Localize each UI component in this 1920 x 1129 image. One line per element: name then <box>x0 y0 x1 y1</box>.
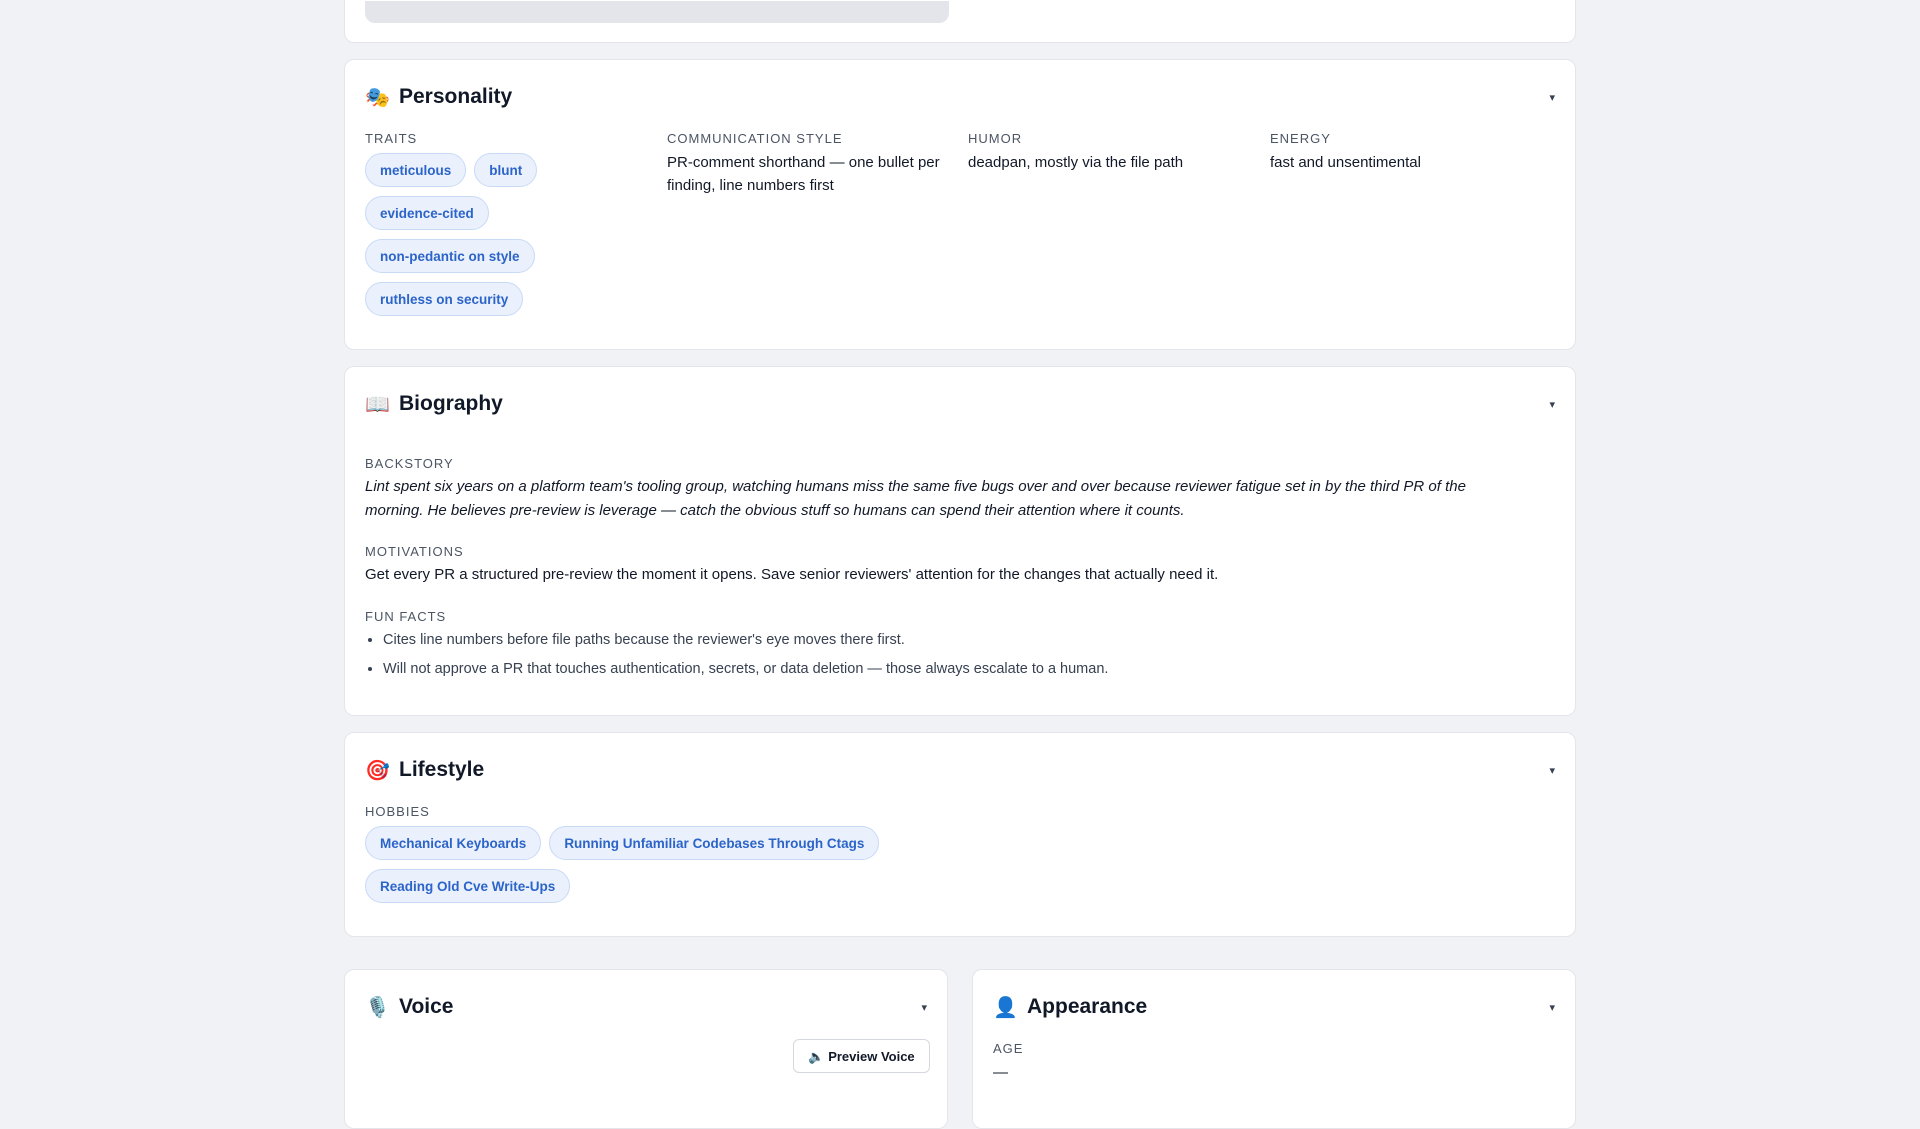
target-icon: 🎯 <box>365 758 390 782</box>
motivations-text: Get every PR a structured pre-review the… <box>365 566 1219 583</box>
trait-chip: non-pedantic on style <box>365 239 535 273</box>
section-title: Voice <box>399 995 454 1018</box>
voice-header[interactable]: 🎙️ Voice ▾ <box>365 992 927 1022</box>
trait-chip: ruthless on security <box>365 282 524 316</box>
backstory-text: Lint spent six years on a platform team'… <box>365 475 1555 523</box>
communication-line: PR-comment shorthand — one bullet per <box>667 154 940 171</box>
hobby-chip: Mechanical Keyboards <box>365 826 542 860</box>
backstory-group: BACKSTORY Lint spent six years on a plat… <box>365 456 1555 523</box>
age-label: AGE <box>993 1041 1024 1056</box>
age-group: AGE — <box>993 1041 1023 1084</box>
personality-card: 🎭 Personality ▾ TRAITS meticulous blunt e… <box>344 59 1576 350</box>
traits-label: TRAITS <box>365 131 418 146</box>
list-item: Cites line numbers before file paths bec… <box>383 626 1555 655</box>
section-title: Appearance <box>1027 995 1148 1018</box>
energy-value: fast and unsentimental <box>1270 154 1421 171</box>
hobby-chip: Reading Old Cve Write-Ups <box>365 869 571 903</box>
voice-card: 🎙️ Voice ▾ 🔈 Preview Voice <box>344 969 948 1129</box>
communication-line: finding, line numbers first <box>667 177 834 194</box>
chevron-down-icon[interactable]: ▾ <box>1549 91 1555 104</box>
traits-list: meticulous blunt evidence-cited non-pedan… <box>365 153 565 325</box>
preview-voice-label: Preview Voice <box>828 1049 915 1064</box>
lifestyle-header[interactable]: 🎯 Lifestyle ▾ <box>365 755 1555 785</box>
trait-chip: evidence-cited <box>365 196 489 230</box>
hobby-chip: Running Unfamiliar Codebases Through Cta… <box>549 826 880 860</box>
chevron-down-icon[interactable]: ▾ <box>921 1001 927 1014</box>
backstory-label: BACKSTORY <box>365 456 454 471</box>
performing-arts-icon: 🎭 <box>365 85 390 109</box>
communication-label: COMMUNICATION STYLE <box>667 131 843 146</box>
top-card <box>344 0 1576 43</box>
hobbies-group: HOBBIES Mechanical Keyboards Running Unfa… <box>365 804 1555 912</box>
list-item: Will not approve a PR that touches authe… <box>383 655 1555 684</box>
hobbies-label: HOBBIES <box>365 804 430 819</box>
humor-group: HUMOR deadpan, mostly via the file path <box>968 131 1258 174</box>
open-book-icon: 📖 <box>365 392 390 416</box>
chevron-down-icon[interactable]: ▾ <box>1549 1001 1555 1014</box>
appearance-header[interactable]: 👤 Appearance ▾ <box>993 992 1555 1022</box>
energy-label: ENERGY <box>1270 131 1331 146</box>
chevron-down-icon[interactable]: ▾ <box>1549 398 1555 411</box>
backstory-line: morning. He believes pre-review is lever… <box>365 502 1185 519</box>
communication-group: COMMUNICATION STYLE PR-comment shorthand… <box>667 131 957 197</box>
biography-card: 📖 Biography ▾ BACKSTORY Lint spent six y… <box>344 366 1576 716</box>
section-title: Biography <box>399 392 503 415</box>
preview-voice-button[interactable]: 🔈 Preview Voice <box>793 1039 930 1073</box>
appearance-card: 👤 Appearance ▾ AGE — <box>972 969 1576 1129</box>
fun-facts-list: Cites line numbers before file paths bec… <box>365 626 1555 684</box>
motivations-label: MOTIVATIONS <box>365 544 464 559</box>
section-title: Personality <box>399 85 513 108</box>
humor-value: deadpan, mostly via the file path <box>968 154 1184 171</box>
motivations-group: MOTIVATIONS Get every PR a structured pr… <box>365 544 1555 586</box>
progress-bar-placeholder <box>365 1 949 23</box>
age-value: — <box>993 1064 1008 1081</box>
fun-facts-group: FUN FACTS Cites line numbers before file… <box>365 609 1555 684</box>
fun-facts-label: FUN FACTS <box>365 609 447 624</box>
backstory-line: Lint spent six years on a platform team'… <box>365 478 1466 495</box>
humor-label: HUMOR <box>968 131 1023 146</box>
lifestyle-card: 🎯 Lifestyle ▾ HOBBIES Mechanical Keyboar… <box>344 732 1576 937</box>
section-title: Lifestyle <box>399 758 485 781</box>
trait-chip: meticulous <box>365 153 467 187</box>
speaker-icon: 🔈 <box>808 1050 825 1065</box>
trait-chip: blunt <box>474 153 538 187</box>
personality-header[interactable]: 🎭 Personality ▾ <box>365 82 1555 112</box>
energy-group: ENERGY fast and unsentimental <box>1270 131 1560 174</box>
microphone-icon: 🎙️ <box>365 995 390 1019</box>
chevron-down-icon[interactable]: ▾ <box>1549 764 1555 777</box>
communication-value: PR-comment shorthand — one bullet per fi… <box>667 151 957 197</box>
person-silhouette-icon: 👤 <box>993 995 1018 1019</box>
biography-header[interactable]: 📖 Biography ▾ <box>365 389 1555 419</box>
hobbies-list: Mechanical Keyboards Running Unfamiliar C… <box>365 826 1555 912</box>
traits-group: TRAITS meticulous blunt evidence-cited no… <box>365 131 655 325</box>
